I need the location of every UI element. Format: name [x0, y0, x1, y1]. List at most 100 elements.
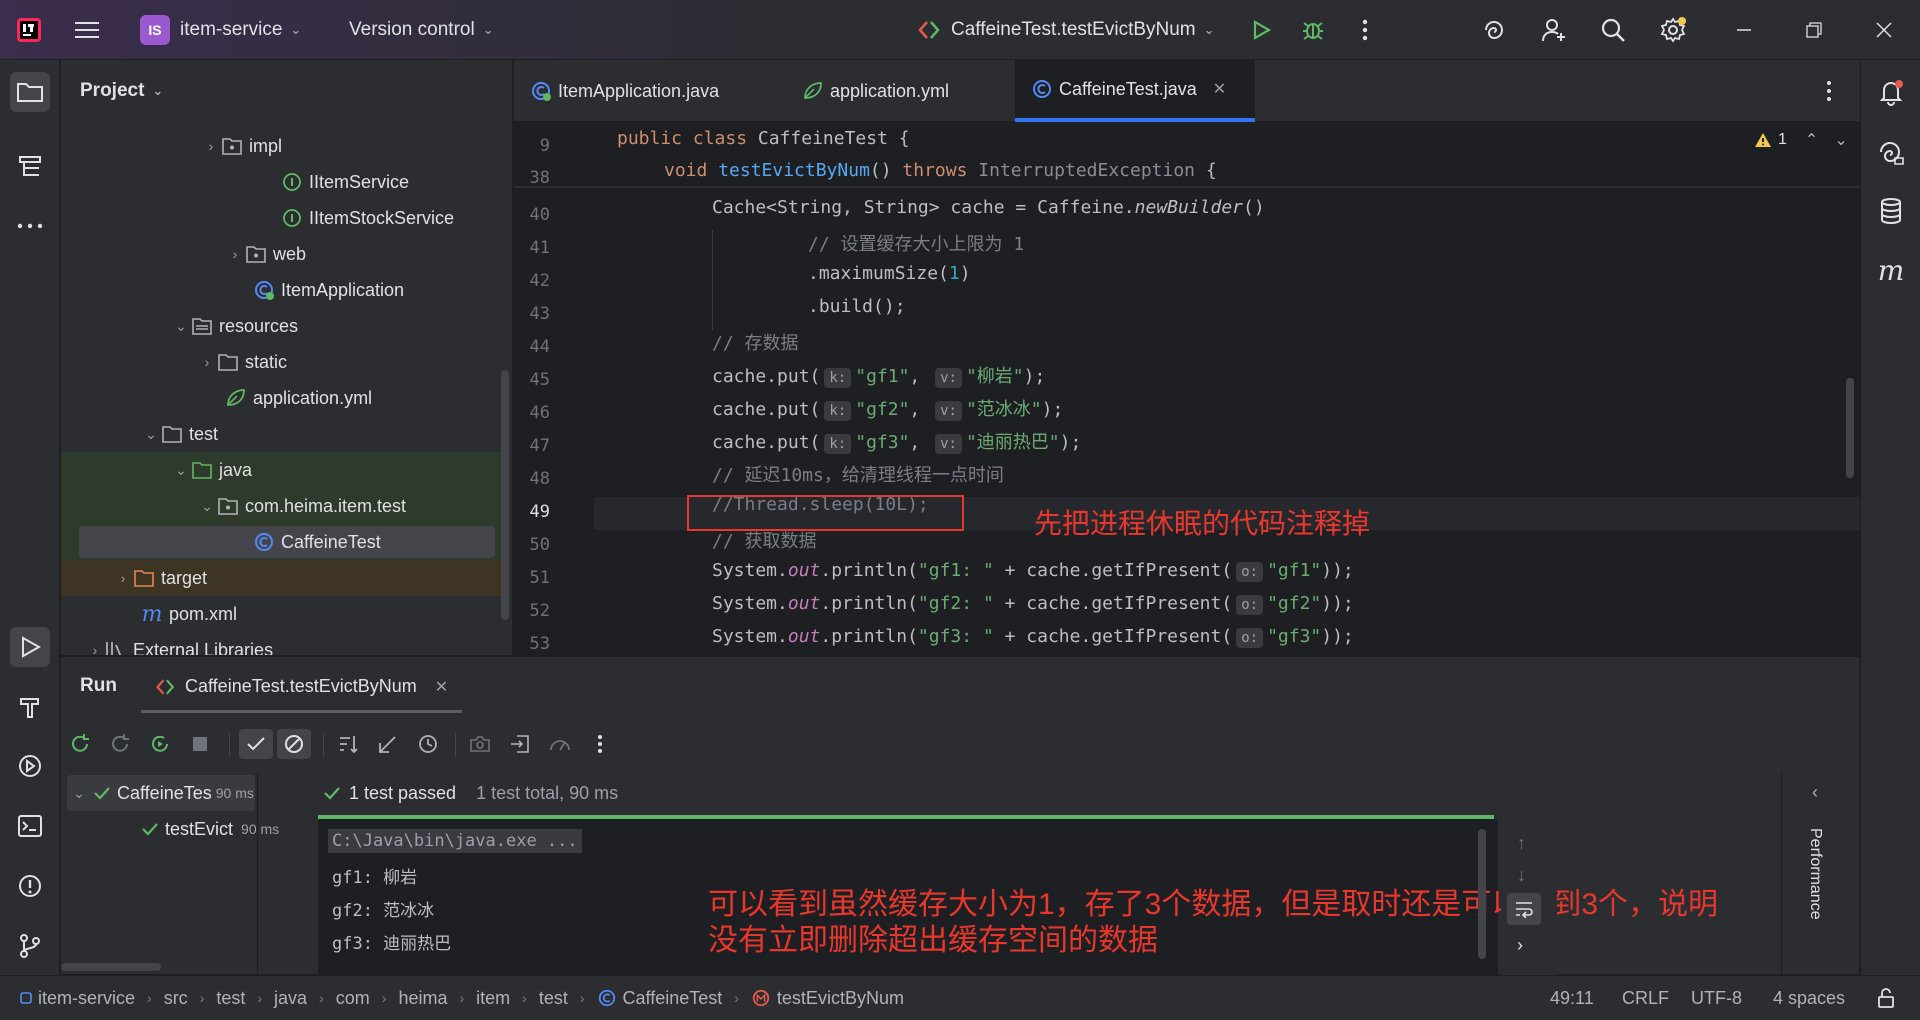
- import-tests-icon[interactable]: [505, 729, 535, 759]
- show-ignored-icon[interactable]: [277, 729, 311, 759]
- rerun-icon[interactable]: [65, 729, 95, 759]
- caret-position[interactable]: 49:11: [1550, 988, 1594, 1009]
- expand-toolbar-icon[interactable]: ›: [1517, 935, 1523, 956]
- more-tools-icon[interactable]: [10, 206, 50, 246]
- main-menu-icon[interactable]: [72, 15, 102, 45]
- tree-item-iitemservice[interactable]: IItemService: [61, 164, 501, 200]
- rerun-failed-icon[interactable]: [105, 729, 135, 759]
- git-tool-icon[interactable]: [10, 926, 50, 966]
- code-line-44[interactable]: // 存数据: [712, 329, 799, 355]
- file-encoding[interactable]: UTF-8: [1691, 988, 1742, 1009]
- test-tree-child[interactable]: testEvict 90 ms: [141, 811, 279, 847]
- more-run-actions-icon[interactable]: [585, 729, 615, 759]
- close-window-icon[interactable]: [1869, 15, 1899, 45]
- prev-highlight-icon[interactable]: ⌃: [1805, 130, 1818, 150]
- maven-tool-icon[interactable]: m: [1871, 250, 1911, 290]
- vcs-selector[interactable]: Version control ⌄: [349, 0, 494, 60]
- project-tool-icon[interactable]: [10, 72, 50, 112]
- code-line-45[interactable]: cache.put(k: "gf1", v: "柳岩");: [712, 362, 1045, 388]
- toggle-auto-test-icon[interactable]: [145, 729, 175, 759]
- code-line-40[interactable]: Cache<String, String> cache = Caffeine.n…: [712, 197, 1265, 218]
- more-actions-icon[interactable]: [1350, 15, 1380, 45]
- scroll-down-icon[interactable]: ↓: [1517, 865, 1526, 886]
- performance-tab[interactable]: Performance: [1806, 828, 1824, 920]
- breadcrumb-item[interactable]: item-service: [20, 988, 135, 1009]
- tree-item-test-package[interactable]: ⌄ com.heima.item.test: [61, 488, 501, 524]
- code-line-51[interactable]: System.out.println("gf1: " + cache.getIf…: [712, 560, 1354, 582]
- tree-item-caffeinetest[interactable]: CaffeineTest: [79, 526, 495, 558]
- show-passed-icon[interactable]: [239, 729, 273, 759]
- line-ending[interactable]: CRLF: [1622, 988, 1669, 1009]
- tree-item-web[interactable]: › web: [61, 236, 501, 272]
- tree-item-application-yml[interactable]: application.yml: [61, 380, 501, 416]
- tree-item-test[interactable]: ⌄ test: [61, 416, 501, 452]
- project-selector[interactable]: IS item-service ⌄: [140, 0, 301, 60]
- restore-icon[interactable]: [1799, 15, 1829, 45]
- tree-item-external-libraries[interactable]: › External Libraries: [61, 632, 501, 655]
- tree-item-pom[interactable]: m pom.xml: [61, 596, 501, 632]
- ai-assistant-icon[interactable]: [1479, 15, 1509, 45]
- settings-icon[interactable]: [1658, 15, 1688, 45]
- sort-icon[interactable]: [333, 729, 363, 759]
- tab-caffeinetest[interactable]: CaffeineTest.java ✕: [1015, 60, 1255, 122]
- problems-tool-icon[interactable]: [10, 866, 50, 906]
- code-line-52[interactable]: System.out.println("gf2: " + cache.getIf…: [712, 593, 1354, 615]
- code-line-53[interactable]: System.out.println("gf3: " + cache.getIf…: [712, 626, 1354, 648]
- soft-wrap-icon[interactable]: [1507, 893, 1541, 925]
- indent-setting[interactable]: 4 spaces: [1773, 988, 1845, 1009]
- next-highlight-icon[interactable]: ⌄: [1834, 130, 1847, 150]
- tree-item-resources[interactable]: ⌄ resources: [61, 308, 501, 344]
- code-line-48[interactable]: // 延迟10ms，给清理线程一点时间: [712, 461, 1004, 487]
- breadcrumb-item[interactable]: test: [216, 988, 245, 1009]
- console-command-line[interactable]: C:\Java\bin\java.exe ...: [328, 829, 582, 853]
- tree-item-static[interactable]: › static: [61, 344, 501, 380]
- project-scrollbar[interactable]: [501, 370, 509, 620]
- build-tool-icon[interactable]: [10, 687, 50, 727]
- structure-tool-icon[interactable]: [10, 147, 50, 187]
- chevron-left-icon[interactable]: ‹: [1812, 782, 1818, 803]
- console-scrollbar[interactable]: [1478, 829, 1486, 959]
- breadcrumb-item[interactable]: item: [476, 988, 510, 1009]
- code-line-43[interactable]: .build();: [808, 296, 906, 317]
- breadcrumb-item[interactable]: test: [539, 988, 568, 1009]
- tree-item-iitemstockservice[interactable]: IItemStockService: [61, 200, 501, 236]
- lock-icon[interactable]: [1876, 987, 1896, 1014]
- tab-itemapplication[interactable]: ItemApplication.java: [514, 60, 735, 122]
- database-icon[interactable]: [1871, 191, 1911, 231]
- run-icon[interactable]: [1246, 15, 1276, 45]
- close-run-tab-icon[interactable]: ✕: [435, 677, 448, 697]
- close-tab-icon[interactable]: ✕: [1213, 79, 1226, 99]
- camera-icon[interactable]: [465, 729, 495, 759]
- code-line-38[interactable]: void testEvictByNum() throws Interrupted…: [664, 160, 1217, 181]
- test-tree-root[interactable]: ⌄ CaffeineTes 90 ms: [69, 775, 254, 811]
- intellij-logo-icon[interactable]: [14, 15, 44, 45]
- tab-options-icon[interactable]: [1826, 80, 1832, 107]
- coverage-icon[interactable]: [545, 729, 575, 759]
- services-tool-icon[interactable]: [10, 746, 50, 786]
- project-panel-header[interactable]: Project ⌄: [61, 60, 512, 122]
- tree-item-impl[interactable]: › impl: [61, 128, 501, 164]
- editor-scrollbar[interactable]: [1846, 378, 1854, 478]
- breadcrumb-item[interactable]: testEvictByNum: [751, 988, 904, 1009]
- tree-item-java[interactable]: ⌄ java: [61, 452, 501, 488]
- breadcrumb-item[interactable]: CaffeineTest: [597, 988, 722, 1009]
- test-history-icon[interactable]: [413, 729, 443, 759]
- code-line-46[interactable]: cache.put(k: "gf2", v: "范冰冰");: [712, 395, 1063, 421]
- ai-chat-icon[interactable]: [1871, 132, 1911, 172]
- debug-icon[interactable]: [1298, 15, 1328, 45]
- collapse-all-icon[interactable]: [373, 729, 403, 759]
- search-icon[interactable]: [1598, 15, 1628, 45]
- inspection-widget[interactable]: 1 ⌃ ⌄: [1754, 130, 1848, 150]
- tab-application-yml[interactable]: application.yml: [786, 60, 965, 122]
- tree-item-itemapplication[interactable]: ItemApplication: [61, 272, 501, 308]
- code-line-42[interactable]: .maximumSize(1): [808, 263, 971, 284]
- stop-icon[interactable]: [185, 729, 215, 759]
- breadcrumb-item[interactable]: java: [274, 988, 307, 1009]
- breadcrumb-item[interactable]: heima: [398, 988, 447, 1009]
- run-tool-icon[interactable]: [10, 627, 50, 667]
- run-config-selector[interactable]: CaffeineTest.testEvictByNum ⌄: [917, 0, 1215, 60]
- tree-item-target[interactable]: › target: [61, 560, 501, 596]
- console-output[interactable]: C:\Java\bin\java.exe ... gf1: 柳岩 gf2: 范冰…: [318, 819, 1718, 975]
- code-line-41[interactable]: // 设置缓存大小上限为 1: [808, 230, 1024, 256]
- run-config-tab[interactable]: CaffeineTest.testEvictByNum ✕: [141, 663, 463, 713]
